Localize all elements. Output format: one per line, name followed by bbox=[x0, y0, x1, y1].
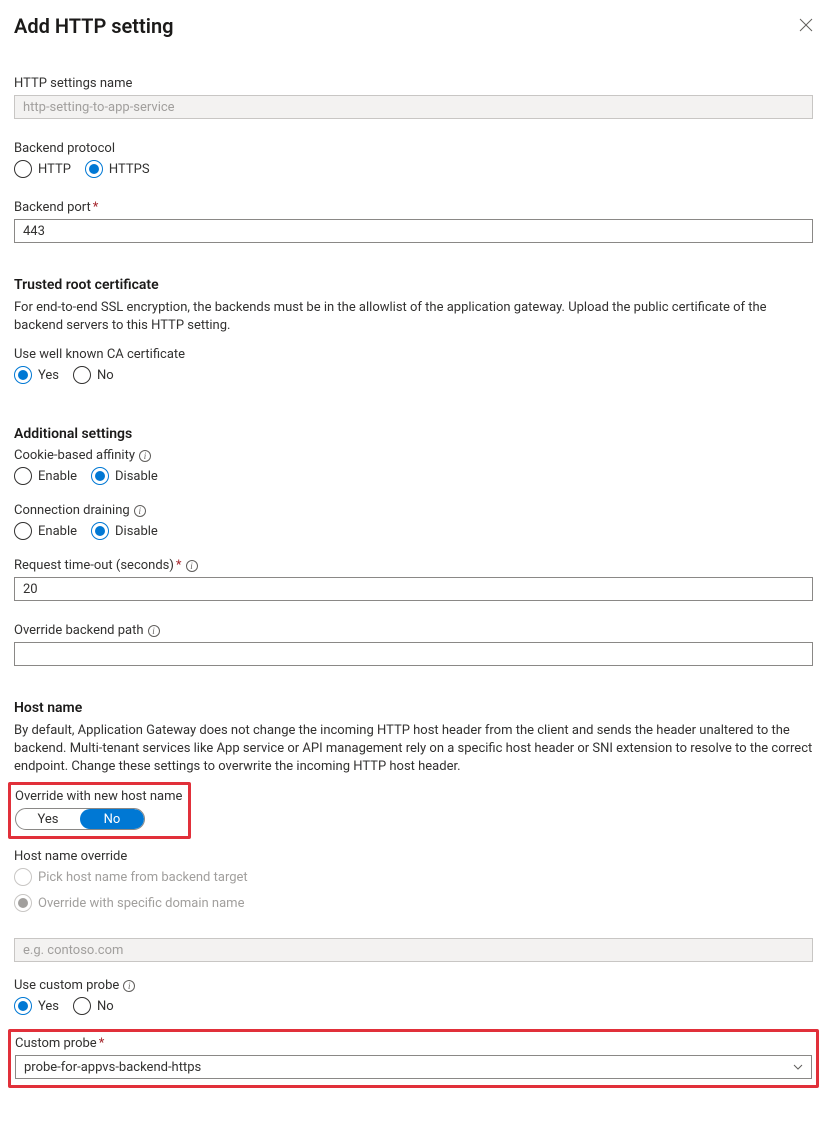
toggle-no[interactable]: No bbox=[80, 809, 144, 829]
specific-domain-input bbox=[14, 938, 813, 962]
radio-label: Disable bbox=[115, 524, 158, 539]
radio-label: No bbox=[97, 999, 114, 1014]
cookie-disable-radio[interactable]: Disable bbox=[91, 467, 158, 485]
http-settings-name-input[interactable] bbox=[14, 95, 813, 119]
backend-protocol-http-radio[interactable]: HTTP bbox=[14, 160, 71, 178]
custom-probe-field-label: Custom probe* bbox=[15, 1036, 812, 1051]
trusted-root-heading: Trusted root certificate bbox=[14, 277, 813, 293]
radio-label: Pick host name from backend target bbox=[38, 870, 248, 885]
host-name-override-label: Host name override bbox=[14, 849, 813, 864]
trusted-root-desc: For end-to-end SSL encryption, the backe… bbox=[14, 299, 813, 335]
cookie-enable-radio[interactable]: Enable bbox=[14, 467, 77, 485]
cookie-affinity-label: Cookie-based affinity bbox=[14, 448, 135, 463]
host-name-heading: Host name bbox=[14, 700, 813, 716]
backend-protocol-https-radio[interactable]: HTTPS bbox=[85, 160, 150, 178]
additional-settings-heading: Additional settings bbox=[14, 426, 813, 442]
backend-protocol-label: Backend protocol bbox=[14, 141, 813, 156]
close-icon[interactable] bbox=[799, 18, 813, 32]
radio-label: No bbox=[97, 368, 114, 383]
override-hostname-label: Override with new host name bbox=[15, 789, 182, 804]
info-icon[interactable]: i bbox=[139, 450, 151, 462]
radio-label: Yes bbox=[38, 999, 59, 1014]
override-hostname-toggle[interactable]: Yes No bbox=[15, 808, 145, 830]
backend-port-label: Backend port* bbox=[14, 200, 813, 215]
page-title: Add HTTP setting bbox=[14, 14, 174, 38]
use-custom-probe-label: Use custom probe bbox=[14, 978, 119, 993]
override-backend-path-input[interactable] bbox=[14, 642, 813, 666]
custom-probe-yes-radio[interactable]: Yes bbox=[14, 997, 59, 1015]
request-timeout-label: Request time-out (seconds)* bbox=[14, 558, 182, 573]
override-specific-domain-radio: Override with specific domain name bbox=[14, 894, 244, 912]
backend-port-input[interactable] bbox=[14, 219, 813, 243]
override-hostname-highlight: Override with new host name Yes No bbox=[8, 782, 191, 839]
override-backend-path-label: Override backend path bbox=[14, 623, 144, 638]
use-ca-yes-radio[interactable]: Yes bbox=[14, 366, 59, 384]
drain-disable-radio[interactable]: Disable bbox=[91, 522, 158, 540]
use-ca-no-radio[interactable]: No bbox=[73, 366, 114, 384]
radio-label: Yes bbox=[38, 368, 59, 383]
custom-probe-highlight: Custom probe* bbox=[8, 1029, 819, 1088]
radio-label: Enable bbox=[38, 469, 77, 484]
radio-label: HTTPS bbox=[109, 162, 150, 177]
use-ca-label: Use well known CA certificate bbox=[14, 347, 813, 362]
radio-label: Disable bbox=[115, 469, 158, 484]
radio-label: Override with specific domain name bbox=[38, 896, 244, 911]
info-icon[interactable]: i bbox=[123, 980, 135, 992]
host-name-desc: By default, Application Gateway does not… bbox=[14, 722, 813, 776]
http-settings-name-label: HTTP settings name bbox=[14, 76, 813, 91]
radio-label: HTTP bbox=[38, 162, 71, 177]
pick-from-backend-radio: Pick host name from backend target bbox=[14, 868, 248, 886]
custom-probe-no-radio[interactable]: No bbox=[73, 997, 114, 1015]
connection-draining-label: Connection draining bbox=[14, 503, 130, 518]
info-icon[interactable]: i bbox=[134, 505, 146, 517]
custom-probe-select[interactable] bbox=[15, 1055, 812, 1079]
radio-label: Enable bbox=[38, 524, 77, 539]
info-icon[interactable]: i bbox=[148, 625, 160, 637]
info-icon[interactable]: i bbox=[186, 560, 198, 572]
request-timeout-input[interactable] bbox=[14, 577, 813, 601]
toggle-yes[interactable]: Yes bbox=[16, 809, 80, 829]
drain-enable-radio[interactable]: Enable bbox=[14, 522, 77, 540]
